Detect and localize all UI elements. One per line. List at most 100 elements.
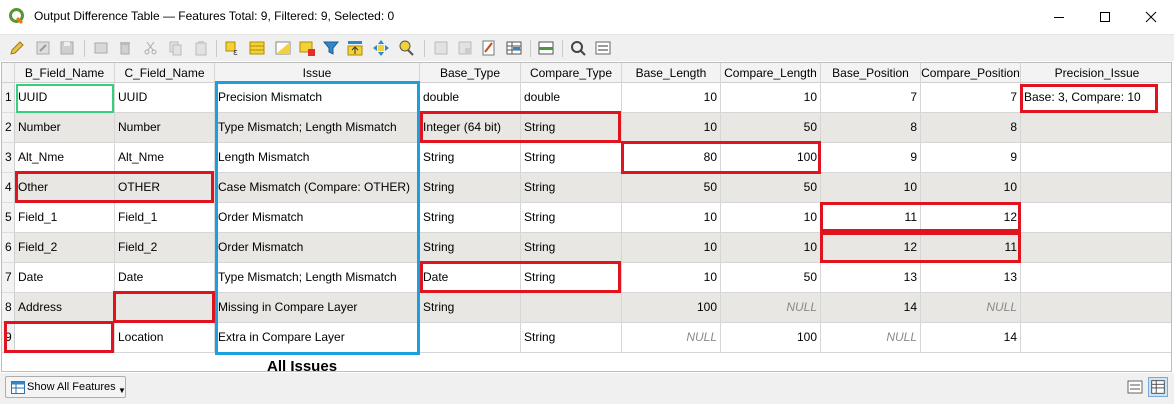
table-cell-c[interactable]: Field_1 [115, 203, 215, 232]
table-cell-c[interactable]: Field_2 [115, 233, 215, 262]
table-cell-btype[interactable]: double [420, 83, 521, 112]
table-cell-issue[interactable]: Case Mismatch (Compare: OTHER) [215, 173, 420, 202]
table-cell-c[interactable] [115, 293, 215, 322]
row-number[interactable]: 5 [2, 203, 15, 233]
table-cell-issue[interactable]: Type Mismatch; Length Mismatch [215, 263, 420, 292]
table-cell-ctype[interactable] [521, 293, 622, 322]
select-all-icon[interactable] [248, 39, 266, 57]
table-cell-prec[interactable] [1021, 203, 1171, 232]
table-row[interactable]: Field_2 Field_2 Order Mismatch String String… [15, 233, 1171, 263]
table-cell-bpos[interactable]: 14 [821, 293, 921, 322]
actions-icon[interactable] [569, 39, 587, 57]
table-cell-b[interactable]: Field_1 [15, 203, 115, 232]
delete-feature-icon[interactable] [116, 39, 134, 57]
column-header[interactable]: C_Field_Name [115, 63, 215, 83]
row-number[interactable]: 9 [2, 323, 15, 353]
table-cell-btype[interactable]: Integer (64 bit) [420, 113, 521, 142]
column-header[interactable]: B_Field_Name [15, 63, 115, 83]
table-cell-prec[interactable] [1021, 263, 1171, 292]
table-row[interactable]: Number Number Type Mismatch; Length Mismat… [15, 113, 1171, 143]
table-cell-clen[interactable]: 10 [721, 203, 821, 232]
table-cell-c[interactable]: OTHER [115, 173, 215, 202]
table-cell-prec[interactable] [1021, 293, 1171, 322]
table-row[interactable]: Other OTHER Case Mismatch (Compare: OTHER)… [15, 173, 1171, 203]
table-cell-cpos[interactable]: 9 [921, 143, 1021, 172]
table-cell-clen[interactable]: 50 [721, 113, 821, 142]
table-row[interactable]: Date Date Type Mismatch; Length Mismatch Da… [15, 263, 1171, 293]
table-cell-cpos[interactable]: 10 [921, 173, 1021, 202]
move-selection-to-top-icon[interactable] [346, 39, 364, 57]
paste-icon[interactable] [192, 39, 210, 57]
table-cell-blen[interactable]: NULL [622, 323, 721, 352]
table-cell-ctype[interactable]: String [521, 203, 622, 232]
row-number[interactable]: 6 [2, 233, 15, 263]
table-cell-ctype[interactable]: String [521, 233, 622, 262]
table-cell-prec[interactable] [1021, 173, 1171, 202]
pencil-icon[interactable] [8, 39, 26, 57]
table-cell-prec[interactable] [1021, 323, 1171, 352]
table-cell-btype[interactable]: String [420, 233, 521, 262]
table-cell-bpos[interactable]: 9 [821, 143, 921, 172]
table-cell-blen[interactable]: 80 [622, 143, 721, 172]
table-cell-btype[interactable]: String [420, 203, 521, 232]
form-view-icon[interactable] [594, 39, 612, 57]
table-cell-prec[interactable] [1021, 113, 1171, 142]
table-cell-clen[interactable]: NULL [721, 293, 821, 322]
table-cell-bpos[interactable]: NULL [821, 323, 921, 352]
row-number[interactable]: 3 [2, 143, 15, 173]
table-cell-c[interactable]: Location [115, 323, 215, 352]
table-cell-clen[interactable]: 10 [721, 233, 821, 262]
table-cell-cpos[interactable]: 13 [921, 263, 1021, 292]
table-cell-issue[interactable]: Order Mismatch [215, 233, 420, 262]
table-cell-issue[interactable]: Missing in Compare Layer [215, 293, 420, 322]
table-cell-blen[interactable]: 10 [622, 233, 721, 262]
conditional-formatting-icon[interactable] [505, 39, 523, 57]
cut-icon[interactable] [142, 39, 160, 57]
attribute-table[interactable]: B_Field_Name C_Field_Name Issue Base_Typ… [1, 62, 1172, 372]
table-cell-prec[interactable]: Base: 3, Compare: 10 [1021, 83, 1171, 112]
table-cell-prec[interactable] [1021, 233, 1171, 262]
table-cell-b[interactable]: Date [15, 263, 115, 292]
table-cell-cpos[interactable]: NULL [921, 293, 1021, 322]
table-cell-issue[interactable]: Length Mismatch [215, 143, 420, 172]
table-cell-btype[interactable]: String [420, 143, 521, 172]
table-cell-clen[interactable]: 100 [721, 143, 821, 172]
table-cell-ctype[interactable]: double [521, 83, 622, 112]
deselect-all-icon[interactable] [298, 39, 316, 57]
table-cell-cpos[interactable]: 11 [921, 233, 1021, 262]
table-cell-bpos[interactable]: 8 [821, 113, 921, 142]
column-header[interactable]: Compare_Position [921, 63, 1021, 83]
table-cell-cpos[interactable]: 7 [921, 83, 1021, 112]
row-number[interactable]: 2 [2, 113, 15, 143]
table-row[interactable]: UUID UUID Precision Mismatch double double 10… [15, 83, 1171, 113]
table-cell-ctype[interactable]: String [521, 173, 622, 202]
table-cell-issue[interactable]: Order Mismatch [215, 203, 420, 232]
column-header[interactable]: Base_Length [622, 63, 721, 83]
table-cell-b[interactable]: Number [15, 113, 115, 142]
dock-icon[interactable] [537, 39, 555, 57]
table-cell-cpos[interactable]: 12 [921, 203, 1021, 232]
table-cell-b[interactable] [15, 323, 115, 352]
column-header[interactable]: Base_Type [420, 63, 521, 83]
select-by-expression-icon[interactable]: ε [224, 39, 242, 57]
table-cell-bpos[interactable]: 12 [821, 233, 921, 262]
column-header[interactable]: Base_Position [821, 63, 921, 83]
table-cell-bpos[interactable]: 10 [821, 173, 921, 202]
column-header[interactable]: Compare_Length [721, 63, 821, 83]
table-cell-c[interactable]: Number [115, 113, 215, 142]
row-number[interactable]: 8 [2, 293, 15, 323]
column-header[interactable]: Precision_Issue [1021, 63, 1171, 83]
delete-field-icon[interactable] [456, 39, 474, 57]
table-cell-c[interactable]: Date [115, 263, 215, 292]
table-cell-blen[interactable]: 10 [622, 83, 721, 112]
pan-to-selection-icon[interactable] [372, 39, 390, 57]
table-cell-b[interactable]: Field_2 [15, 233, 115, 262]
table-cell-cpos[interactable]: 14 [921, 323, 1021, 352]
table-cell-blen[interactable]: 10 [622, 203, 721, 232]
row-number[interactable]: 7 [2, 263, 15, 293]
table-row[interactable]: Address Missing in Compare Layer String 100… [15, 293, 1171, 323]
table-view-icon[interactable] [1125, 377, 1145, 397]
table-row[interactable]: Alt_Nme Alt_Nme Length Mismatch String Strin… [15, 143, 1171, 173]
filter-icon[interactable] [322, 39, 340, 57]
table-cell-btype[interactable]: String [420, 293, 521, 322]
